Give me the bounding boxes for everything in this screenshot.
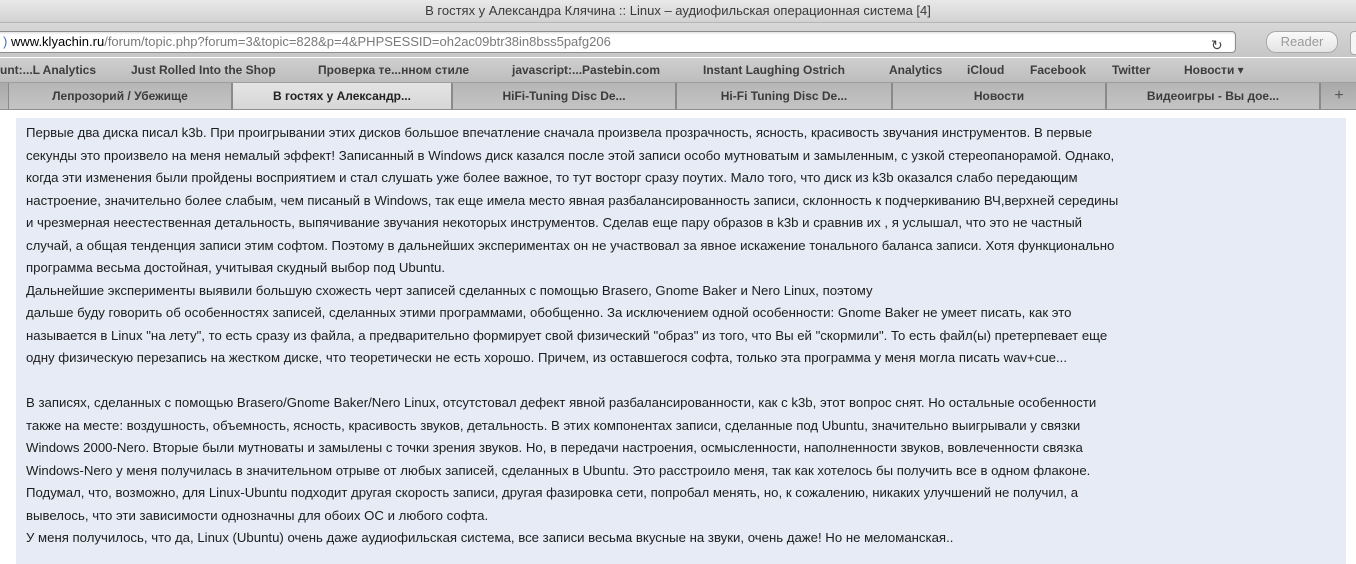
bookmark-folder-news[interactable]: Новости ▾	[1184, 58, 1244, 82]
post-line: и чрезмерная неестественная детальность,…	[26, 215, 1083, 230]
post-line: программа весьма достойная, учитывая ску…	[26, 260, 446, 275]
tab-videogames[interactable]: Видеоигры - Вы дое...	[1106, 83, 1320, 109]
post-line: Windows-Nero у меня получилась в значите…	[26, 462, 1091, 478]
tab-news[interactable]: Новости	[892, 83, 1106, 109]
tab-bar: Лепрозорий / Убежище В гостях у Александ…	[0, 83, 1356, 110]
bookmark-item[interactable]: Instant Laughing Ostrich	[703, 58, 845, 82]
post-line: одну физическую перезапись на жестком ди…	[26, 350, 1067, 365]
post-line: настроение, значительно более слабым, че…	[26, 192, 1119, 208]
post-line: вывелось, что эти зависимости однозначны…	[26, 507, 489, 523]
post-line: Первые два диска писал k3b. При проигрыв…	[26, 125, 1093, 140]
post-line: Подумал, что, возможно, для Linux-Ubuntu…	[26, 485, 1079, 500]
post-line: когда эти изменения были пройдены воспри…	[26, 170, 1078, 185]
post-line: Дальнейшие эксперименты выявили большую …	[26, 282, 873, 298]
reader-button[interactable]: Reader	[1266, 31, 1338, 53]
post-line: называется в Linux "на лету", то есть ср…	[26, 327, 1108, 343]
address-bar[interactable]: ) www.klyachin.ru/forum/topic.php?forum=…	[0, 31, 1236, 53]
url-path: /forum/topic.php?forum=3&topic=828&p=4&P…	[104, 34, 611, 49]
post-line: В записях, сделанных с помощью Brasero/G…	[26, 395, 1097, 410]
window-title-bar: В гостях у Александра Клячина :: Linux –…	[0, 0, 1356, 23]
post-line: случай, а общая тенденция записи этим со…	[26, 237, 1115, 253]
post-line: дальше буду говорить об особенностях зап…	[26, 305, 1072, 320]
tab-hifi-tuning-2[interactable]: Hi-Fi Tuning Disc De...	[676, 83, 892, 109]
post-line: секунды это произвело на меня немалый эф…	[26, 147, 1115, 163]
post-line: Windows 2000-Nero. Вторые были мутноваты…	[26, 440, 1083, 455]
tab-hifi-tuning-1[interactable]: HiFi-Tuning Disc De...	[452, 83, 676, 109]
forum-post: Первые два диска писал k3b. При проигрыв…	[16, 118, 1346, 564]
bookmarks-bar: unt:...L Analytics Just Rolled Into the …	[0, 58, 1356, 83]
address-url[interactable]: www.klyachin.ru/forum/topic.php?forum=3&…	[11, 32, 611, 52]
tab-klyachin[interactable]: В гостях у Александр...	[232, 83, 452, 109]
page-content: Первые два диска писал k3b. При проигрыв…	[0, 110, 1356, 564]
bookmark-item[interactable]: unt:...L Analytics	[0, 58, 96, 82]
post-line: также на месте: воздушность, объемность,…	[26, 417, 1081, 433]
bookmark-item[interactable]: Analytics	[889, 58, 942, 82]
bookmark-item[interactable]: Проверка те...нном стиле	[318, 58, 469, 82]
tab-leprosorium[interactable]: Лепрозорий / Убежище	[8, 83, 232, 109]
window-title: В гостях у Александра Клячина :: Linux –…	[425, 3, 931, 18]
bookmark-item[interactable]: Just Rolled Into the Shop	[131, 58, 276, 82]
bookmark-item[interactable]: Facebook	[1030, 58, 1086, 82]
bookmark-item[interactable]: Twitter	[1112, 58, 1150, 82]
browser-toolbar: ) www.klyachin.ru/forum/topic.php?forum=…	[0, 23, 1356, 57]
new-tab-button[interactable]: +	[1320, 83, 1356, 109]
url-host: www.klyachin.ru	[11, 34, 105, 49]
bookmark-item[interactable]: javascript:...Pastebin.com	[512, 58, 660, 82]
bookmark-item[interactable]: iCloud	[967, 58, 1004, 82]
post-line: У меня получилось, что да, Linux (Ubuntu…	[26, 530, 954, 545]
toolbar-edge-button[interactable]	[1350, 31, 1356, 55]
reload-icon[interactable]: ↻	[1211, 35, 1223, 55]
post-body: Первые два диска писал k3b. При проигрыв…	[26, 122, 1344, 550]
